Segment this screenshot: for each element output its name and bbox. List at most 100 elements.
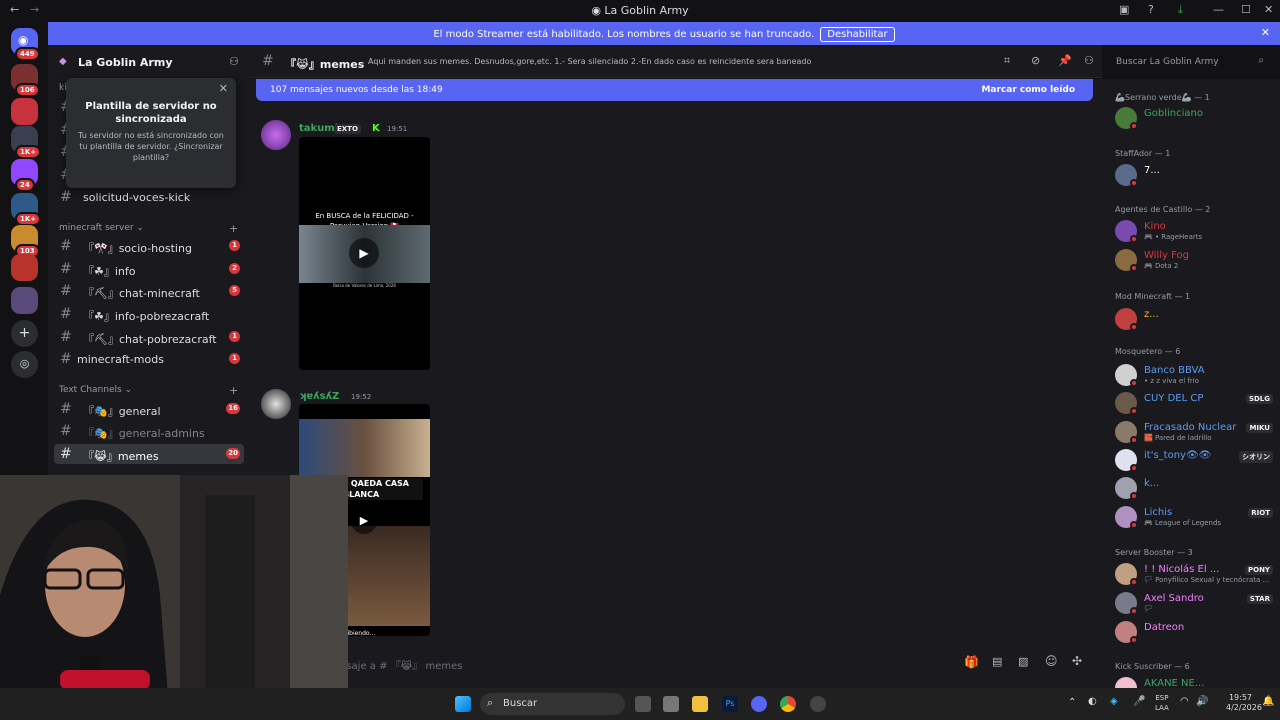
taskbar-search[interactable]: ⌕ Buscar bbox=[480, 693, 625, 715]
channel-item[interactable]: # minecraft-mods 1 bbox=[54, 349, 244, 369]
avatar[interactable] bbox=[261, 389, 291, 419]
wifi-icon[interactable]: ◠ bbox=[1180, 696, 1189, 707]
member-item[interactable]: Axel Sandro STAR 🏳 bbox=[1115, 592, 1275, 618]
member-item[interactable]: k... bbox=[1115, 477, 1275, 503]
inbox-icon[interactable]: ▣ bbox=[1119, 3, 1129, 16]
member-item[interactable]: Banco BBVA • z z viva el frio bbox=[1115, 364, 1275, 390]
start-icon[interactable] bbox=[455, 696, 471, 712]
channel-item[interactable]: # 『☘』info 2 bbox=[54, 259, 244, 279]
app-icon[interactable] bbox=[663, 696, 679, 712]
channel-topic[interactable]: Aqui manden sus memes. Desnudos,gore,etc… bbox=[368, 57, 811, 66]
microphone-icon[interactable]: 🎤 bbox=[1133, 696, 1145, 707]
app-icon[interactable] bbox=[810, 696, 826, 712]
maximize-icon[interactable]: ☐ bbox=[1241, 3, 1251, 16]
keyboard-layout: LAA bbox=[1155, 704, 1169, 712]
close-window-icon[interactable]: ✕ bbox=[1264, 3, 1273, 16]
server-icon[interactable] bbox=[11, 254, 38, 281]
member-item[interactable]: Goblinciano bbox=[1115, 107, 1275, 133]
add-channel-icon[interactable]: + bbox=[229, 222, 238, 235]
member-item[interactable]: 7... bbox=[1115, 164, 1275, 190]
direct-messages-icon[interactable]: ◉ 449 bbox=[11, 28, 40, 61]
sticker-icon[interactable]: ▨ bbox=[1018, 655, 1028, 668]
language-code: ESP bbox=[1155, 694, 1169, 702]
add-channel-icon[interactable]: + bbox=[229, 384, 238, 397]
channel-item[interactable]: # 『🎭』general-admins bbox=[54, 421, 244, 441]
minimize-icon[interactable]: — bbox=[1213, 3, 1224, 16]
avatar[interactable] bbox=[261, 120, 291, 150]
close-banner-icon[interactable]: ✕ bbox=[1261, 26, 1270, 39]
server-icon[interactable] bbox=[11, 287, 38, 314]
status-dot bbox=[1130, 607, 1138, 615]
volume-icon[interactable]: 🔊 bbox=[1196, 696, 1208, 707]
gif-icon[interactable]: ▤ bbox=[992, 655, 1002, 668]
file-explorer-icon[interactable] bbox=[692, 696, 708, 712]
member-item[interactable]: Kino 🎮 • RageHearts bbox=[1115, 220, 1275, 246]
message-author[interactable]: takumi bbox=[299, 123, 338, 134]
close-icon[interactable]: ✕ bbox=[219, 82, 228, 95]
disable-streamer-button[interactable]: Deshabilitar bbox=[820, 27, 895, 42]
server-badge: 106 bbox=[15, 83, 40, 97]
threads-icon[interactable]: ⌗ bbox=[1004, 54, 1010, 68]
emoji-icon[interactable]: ☺ bbox=[1045, 654, 1058, 668]
photoshop-icon[interactable]: Ps bbox=[722, 696, 738, 712]
task-view-icon[interactable] bbox=[635, 696, 651, 712]
member-item[interactable]: ! ! Nicolás El ... PONY 🏳 Ponyfilico Sexua… bbox=[1115, 563, 1275, 589]
play-icon[interactable]: ▶ bbox=[349, 238, 379, 268]
category-minecraft-server[interactable]: minecraft server ⌄ + bbox=[59, 222, 238, 235]
clock[interactable]: 19:57 4/2/2026 bbox=[1226, 693, 1262, 713]
server-icon[interactable]: 1K+ bbox=[11, 126, 42, 159]
member-item[interactable]: Willy Fog 🎮 Dota 2 bbox=[1115, 249, 1275, 275]
discord-taskbar-icon[interactable] bbox=[751, 696, 767, 712]
hash-icon: # bbox=[60, 189, 72, 205]
server-icon[interactable]: 1K+ bbox=[11, 193, 42, 226]
member-item[interactable]: Fracasado Nuclear MIKU 🧱 Pared de ladrillo bbox=[1115, 421, 1275, 447]
member-list-icon[interactable]: ⚇ bbox=[1084, 54, 1094, 67]
category-text-channels[interactable]: Text Channels ⌄ + bbox=[59, 384, 238, 397]
member-name: 7... bbox=[1144, 165, 1160, 176]
tray-icon[interactable]: ◐ bbox=[1088, 696, 1097, 707]
video-attachment[interactable]: En BUSCA de la FELICIDAD - Peruvian Vers… bbox=[299, 137, 430, 370]
play-icon[interactable]: ▶ bbox=[351, 508, 377, 534]
channel-item[interactable]: # 『☘』info-pobrezacraft bbox=[54, 304, 244, 324]
channel-solicitud-voces-kick[interactable]: # solicitud-voces-kick bbox=[54, 187, 244, 207]
member-item[interactable]: Lichis RIOT 🎮 League of Legends bbox=[1115, 506, 1275, 532]
discover-icon[interactable]: ◎ bbox=[11, 351, 38, 378]
server-icon[interactable]: 106 bbox=[11, 64, 40, 97]
channel-item[interactable]: # 『🎌』socio-hosting 1 bbox=[54, 236, 244, 256]
add-server-icon[interactable]: + bbox=[11, 320, 38, 347]
unread-count-badge: 16 bbox=[226, 403, 240, 414]
channel-item-selected[interactable]: # 『😹』memes 20 bbox=[54, 444, 244, 464]
channel-label: 『☘』info-pobrezacraft bbox=[83, 310, 210, 323]
apps-icon[interactable]: ✣ bbox=[1072, 654, 1082, 668]
server-icon[interactable]: 103 bbox=[11, 225, 40, 258]
channel-item[interactable]: # 『⛏』chat-pobrezacraft 1 bbox=[54, 327, 244, 347]
chevron-up-icon[interactable]: ⌃ bbox=[1068, 697, 1076, 708]
notification-icon[interactable]: 🔔 bbox=[1262, 696, 1274, 707]
member-item[interactable]: z... bbox=[1115, 308, 1275, 334]
channel-item[interactable]: # 『⛏』chat-minecraft 5 bbox=[54, 281, 244, 301]
channel-item[interactable]: # 『🎭』general 16 bbox=[54, 399, 244, 419]
channel-header: # 『😹』memes Aqui manden sus memes. Desnud… bbox=[250, 45, 1270, 78]
add-member-icon[interactable]: ⚇ bbox=[229, 55, 239, 68]
new-messages-bar[interactable]: 107 mensajes nuevos desde las 18:49 Marc… bbox=[256, 79, 1093, 101]
notification-mute-icon[interactable]: ⊘ bbox=[1031, 54, 1040, 67]
help-icon[interactable]: ? bbox=[1148, 3, 1154, 16]
mark-as-read-button[interactable]: Marcar como leído bbox=[981, 85, 1075, 95]
member-item[interactable]: it's_tony👁👁 シオリン bbox=[1115, 449, 1275, 475]
member-item[interactable]: Datreon bbox=[1115, 621, 1275, 647]
language-indicator[interactable]: ESP LAA bbox=[1155, 693, 1169, 713]
pin-icon[interactable]: 📌 bbox=[1058, 54, 1072, 67]
popup-body[interactable]: Tu servidor no está sincronizado con tu … bbox=[76, 130, 226, 163]
message-author[interactable]: ʞɐʎsʎZ bbox=[299, 391, 339, 402]
chrome-icon[interactable] bbox=[780, 696, 796, 712]
twitch-server-icon[interactable]: 24 bbox=[11, 159, 38, 192]
download-icon[interactable]: ⤓ bbox=[1178, 3, 1183, 17]
server-icon[interactable] bbox=[11, 98, 38, 125]
tray-icon[interactable]: ◈ bbox=[1110, 696, 1118, 707]
member-item[interactable]: CUY DEL CP SDLG bbox=[1115, 392, 1275, 418]
guild-header[interactable]: ◆ La Goblin Army ⌄ ⚇ bbox=[48, 45, 250, 78]
message-composer[interactable]: nsaje a # 『😹』 memes 🎁 ▤ ▨ ☺ ✣ bbox=[330, 650, 1100, 676]
gift-icon[interactable]: 🎁 bbox=[964, 655, 979, 669]
search-input[interactable]: Buscar La Goblin Army ⌕ bbox=[1110, 52, 1270, 72]
message-input[interactable]: nsaje a # 『😹』 memes bbox=[340, 657, 463, 672]
